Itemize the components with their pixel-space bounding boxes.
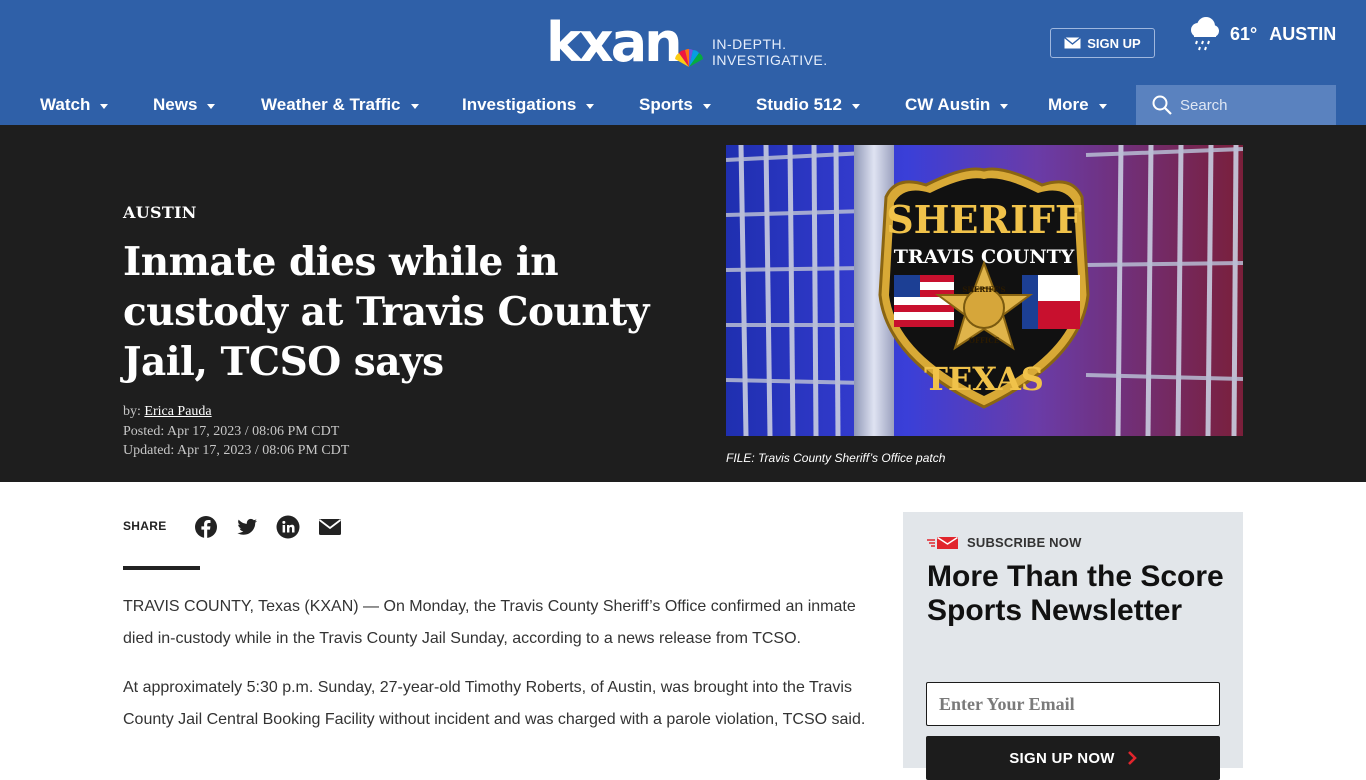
share-label: SHARE <box>123 519 167 533</box>
email-icon[interactable] <box>318 515 342 539</box>
nav-label: More <box>1048 95 1089 114</box>
sheriff-patch-image: SHERIFF TRAVIS COUNTY SHERIFF'S OFFICE T… <box>726 145 1243 436</box>
article-category-link[interactable]: AUSTIN <box>123 203 197 222</box>
caret-down-icon <box>851 103 860 109</box>
nav-label: Sports <box>639 95 693 114</box>
image-caption: FILE: Travis County Sheriff’s Office pat… <box>726 451 946 465</box>
nav-label: Investigations <box>462 95 577 114</box>
posted-date: Posted: Apr 17, 2023 / 08:06 PM CDT <box>123 423 340 439</box>
caret-down-icon <box>586 103 595 109</box>
logo-wordmark: kxan <box>546 11 683 74</box>
tagline-line-2: INVESTIGATIVE. <box>712 52 828 68</box>
nav-label: News <box>153 95 198 114</box>
nav-label: Watch <box>40 95 91 114</box>
chevron-right-icon <box>1127 751 1137 765</box>
star-text-bottom: OFFICE <box>969 336 999 345</box>
weather-widget[interactable]: 61° AUSTIN <box>1188 16 1336 52</box>
caret-down-icon <box>207 103 216 109</box>
logo-tagline: IN-DEPTH. INVESTIGATIVE. <box>712 36 842 68</box>
promo-kicker-label: SUBSCRIBE NOW <box>967 535 1082 550</box>
nbc-peacock-icon <box>675 49 703 67</box>
weather-city: AUSTIN <box>1269 23 1337 44</box>
article-headline: Inmate dies while in custody at Travis C… <box>123 239 649 385</box>
search-box[interactable]: Search <box>1136 85 1336 125</box>
badge-title: SHERIFF <box>886 197 1082 242</box>
facebook-icon[interactable] <box>194 515 218 539</box>
caret-down-icon <box>1000 103 1009 109</box>
byline-prefix: by: <box>123 404 145 419</box>
nav-label: CW Austin <box>905 95 991 114</box>
linkedin-icon[interactable] <box>276 515 300 539</box>
mail-speed-icon <box>927 536 958 549</box>
nav-item-weather-traffic[interactable]: Weather & Traffic <box>261 85 419 125</box>
caret-down-icon <box>1098 103 1107 109</box>
nav-item-sports[interactable]: Sports <box>639 85 711 125</box>
promo-kicker: SUBSCRIBE NOW <box>927 535 1082 550</box>
envelope-icon <box>1064 37 1082 49</box>
nav-item-news[interactable]: News <box>153 85 216 125</box>
article-byline: by: Erica Pauda Posted: Apr 17, 2023 / 0… <box>123 402 349 461</box>
nav-label: Weather & Traffic <box>261 95 401 114</box>
article-hero: AUSTIN Inmate dies while in custody at T… <box>0 125 1366 482</box>
twitter-icon[interactable] <box>235 515 259 539</box>
article-paragraph: At approximately 5:30 p.m. Sunday, 27-ye… <box>123 679 866 728</box>
share-divider <box>123 566 200 570</box>
signup-label: SIGN UP <box>1087 35 1141 51</box>
article-paragraph: TRAVIS COUNTY, Texas (KXAN) — On Monday,… <box>123 598 856 647</box>
newsletter-email-input[interactable] <box>926 682 1220 726</box>
rain-cloud-icon <box>1191 17 1219 51</box>
site-header: kxan IN-DEPTH. INVESTIGATIVE. SIGN UP 61… <box>0 0 1366 85</box>
caret-down-icon <box>410 103 419 109</box>
promo-title: More Than the Score Sports Newsletter <box>927 560 1224 627</box>
newsletter-promo: SUBSCRIBE NOW More Than the Score Sports… <box>903 512 1243 780</box>
author-line: by: Erica Pauda <box>123 402 349 422</box>
star-text: SHERIFF'S <box>962 285 1005 294</box>
updated-date: Updated: Apr 17, 2023 / 08:06 PM CDT <box>123 443 350 458</box>
badge-state: TEXAS <box>924 360 1044 398</box>
nav-item-cw-austin[interactable]: CW Austin <box>905 85 1009 125</box>
search-icon <box>1152 95 1172 115</box>
submit-label: SIGN UP NOW <box>1009 749 1115 767</box>
weather-temperature: 61° <box>1230 23 1258 44</box>
tagline-line-1: IN-DEPTH. <box>712 36 787 52</box>
nav-item-studio-512[interactable]: Studio 512 <box>756 85 860 125</box>
newsletter-signup-button[interactable]: SIGN UP <box>1050 28 1155 58</box>
site-logo[interactable]: kxan IN-DEPTH. INVESTIGATIVE. <box>546 11 827 74</box>
nav-item-more[interactable]: More <box>1048 85 1107 125</box>
search-placeholder: Search <box>1180 96 1228 114</box>
nav-item-investigations[interactable]: Investigations <box>462 85 595 125</box>
article-hero-image: SHERIFF TRAVIS COUNTY SHERIFF'S OFFICE T… <box>726 145 1243 436</box>
nav-label: Studio 512 <box>756 95 842 114</box>
nav-item-watch[interactable]: Watch <box>40 85 109 125</box>
author-link[interactable]: Erica Pauda <box>144 404 211 419</box>
newsletter-submit-button[interactable]: SIGN UP NOW <box>926 736 1220 780</box>
caret-down-icon <box>702 103 711 109</box>
caret-down-icon <box>100 103 109 109</box>
